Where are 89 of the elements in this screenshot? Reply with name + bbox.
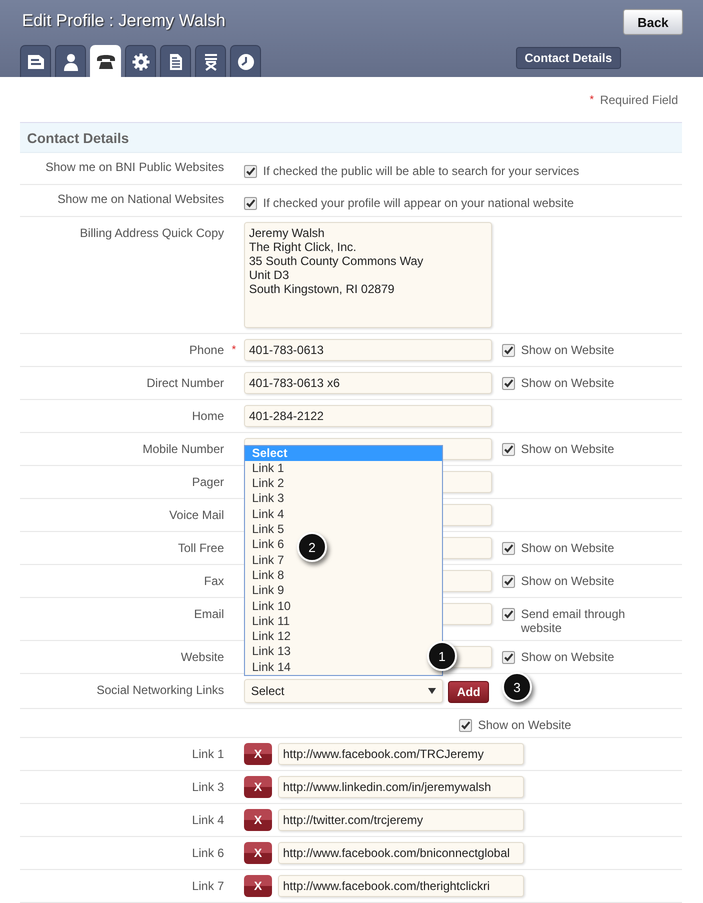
- dropdown-option[interactable]: Link 7: [245, 552, 286, 568]
- tab[interactable]: [125, 45, 156, 77]
- required-note: Required Field: [600, 92, 678, 106]
- required-mark: *: [232, 344, 236, 356]
- tab[interactable]: [230, 45, 261, 77]
- checkbox[interactable]: [502, 651, 515, 664]
- field-label: Link 6: [192, 846, 224, 860]
- field-label: Show me on BNI Public Websites: [45, 160, 224, 174]
- checkbox-label: Show on Website: [521, 574, 614, 588]
- field-label: Billing Address Quick Copy: [80, 226, 224, 240]
- document-icon: [168, 52, 182, 70]
- url-field[interactable]: http://www.facebook.com/TRCJeremy: [278, 743, 524, 765]
- dropdown-option[interactable]: Link 6: [245, 537, 286, 553]
- checkbox-label: Send email through website: [521, 607, 626, 635]
- tab[interactable]: [160, 45, 191, 77]
- field-label: Phone: [189, 343, 224, 357]
- checkbox[interactable]: [502, 377, 515, 390]
- dropdown-option[interactable]: Link 12: [245, 629, 293, 644]
- input-field[interactable]: 401-284-2122: [244, 405, 492, 427]
- dropdown-option[interactable]: Link 4: [245, 506, 286, 522]
- field-label: Social Networking Links: [96, 683, 224, 697]
- remove-button[interactable]: X: [244, 875, 272, 897]
- dropdown-option[interactable]: Link 9: [245, 583, 286, 599]
- field-label: Fax: [204, 574, 224, 588]
- input-field[interactable]: 401-783-0613: [244, 339, 492, 361]
- checkbox[interactable]: [244, 197, 257, 210]
- dropdown-option[interactable]: Link 5: [245, 522, 286, 538]
- url-field[interactable]: http://twitter.com/trcjeremy: [278, 809, 524, 831]
- url-field[interactable]: http://www.facebook.com/therightclickri: [278, 875, 524, 897]
- caret-icon: [428, 688, 436, 694]
- checkbox[interactable]: [502, 575, 515, 588]
- tab[interactable]: [55, 45, 86, 77]
- page-title: Edit Profile : Jeremy Walsh: [22, 11, 226, 31]
- back-button[interactable]: Back: [623, 9, 683, 35]
- field-label: Link 3: [192, 780, 224, 794]
- checkbox[interactable]: [502, 443, 515, 456]
- dropdown-option[interactable]: Link 10: [245, 598, 293, 614]
- select-field[interactable]: Select: [244, 679, 443, 703]
- field-label: Voice Mail: [169, 508, 224, 522]
- dropdown-option[interactable]: Link 11: [245, 614, 292, 630]
- checkbox-label: Show on Website: [521, 442, 614, 456]
- field-label: Direct Number: [146, 376, 224, 390]
- dropdown-option[interactable]: Link 1: [245, 460, 286, 476]
- add-button[interactable]: Add: [448, 681, 490, 703]
- remove-button[interactable]: X: [244, 842, 272, 864]
- dropdown-option[interactable]: Link 2: [245, 476, 286, 492]
- callout-badge: 3: [502, 672, 532, 702]
- remove-button[interactable]: X: [244, 743, 272, 765]
- address-field[interactable]: Jeremy Walsh The Right Click, Inc. 35 South County Commons Way Unit D3 South Kingstown, RI 02879: [244, 222, 492, 328]
- checkbox-label: Show on Website: [521, 376, 614, 390]
- required-mark: *: [590, 94, 594, 106]
- field-label: Home: [192, 409, 224, 423]
- tab[interactable]: [195, 45, 226, 77]
- input-field[interactable]: 401-783-0613 x6: [244, 372, 492, 394]
- field-label: Email: [194, 607, 224, 621]
- section-badge: Contact Details: [516, 47, 621, 69]
- checkbox-label: If checked your profile will appear on your national website: [263, 196, 574, 210]
- checkbox[interactable]: [459, 719, 472, 732]
- checkbox-label: If checked the public will be able to search for your services: [263, 164, 580, 178]
- checkbox[interactable]: [502, 542, 515, 555]
- dropdown-option[interactable]: Link 13: [245, 644, 293, 660]
- field-label: Pager: [192, 475, 224, 489]
- field-label: Link 7: [192, 879, 224, 893]
- telephone-icon: [96, 54, 116, 70]
- checkbox[interactable]: [244, 165, 257, 178]
- field-label: Toll Free: [178, 541, 224, 555]
- person-icon: [62, 52, 78, 70]
- field-label: Link 4: [192, 813, 224, 827]
- checkbox[interactable]: [502, 608, 515, 621]
- dropdown-option[interactable]: Link 8: [245, 568, 286, 584]
- dropdown-option[interactable]: Link 14: [245, 660, 293, 675]
- remove-button[interactable]: X: [244, 809, 272, 831]
- section-title: Contact Details: [27, 130, 129, 146]
- remove-button[interactable]: X: [244, 776, 272, 798]
- url-field[interactable]: http://www.linkedin.com/in/jeremywalsh: [278, 776, 524, 798]
- checkbox-label: Show on Website: [521, 343, 614, 357]
- field-label: Show me on National Websites: [57, 192, 224, 206]
- checkbox-label: Show on Website: [521, 541, 614, 555]
- url-field[interactable]: http://www.facebook.com/bniconnectglobal: [278, 842, 524, 864]
- field-label: Website: [180, 650, 224, 664]
- checkbox[interactable]: [502, 344, 515, 357]
- card-icon: [26, 54, 44, 70]
- field-label: Mobile Number: [142, 442, 224, 456]
- dropdown-option[interactable]: Link 3: [245, 491, 286, 507]
- field-label: Link 1: [192, 747, 224, 761]
- checkbox-label: Show on Website: [478, 718, 572, 732]
- tab[interactable]: [20, 45, 51, 77]
- clock-icon: [236, 52, 254, 70]
- checkbox-label: Show on Website: [521, 650, 614, 664]
